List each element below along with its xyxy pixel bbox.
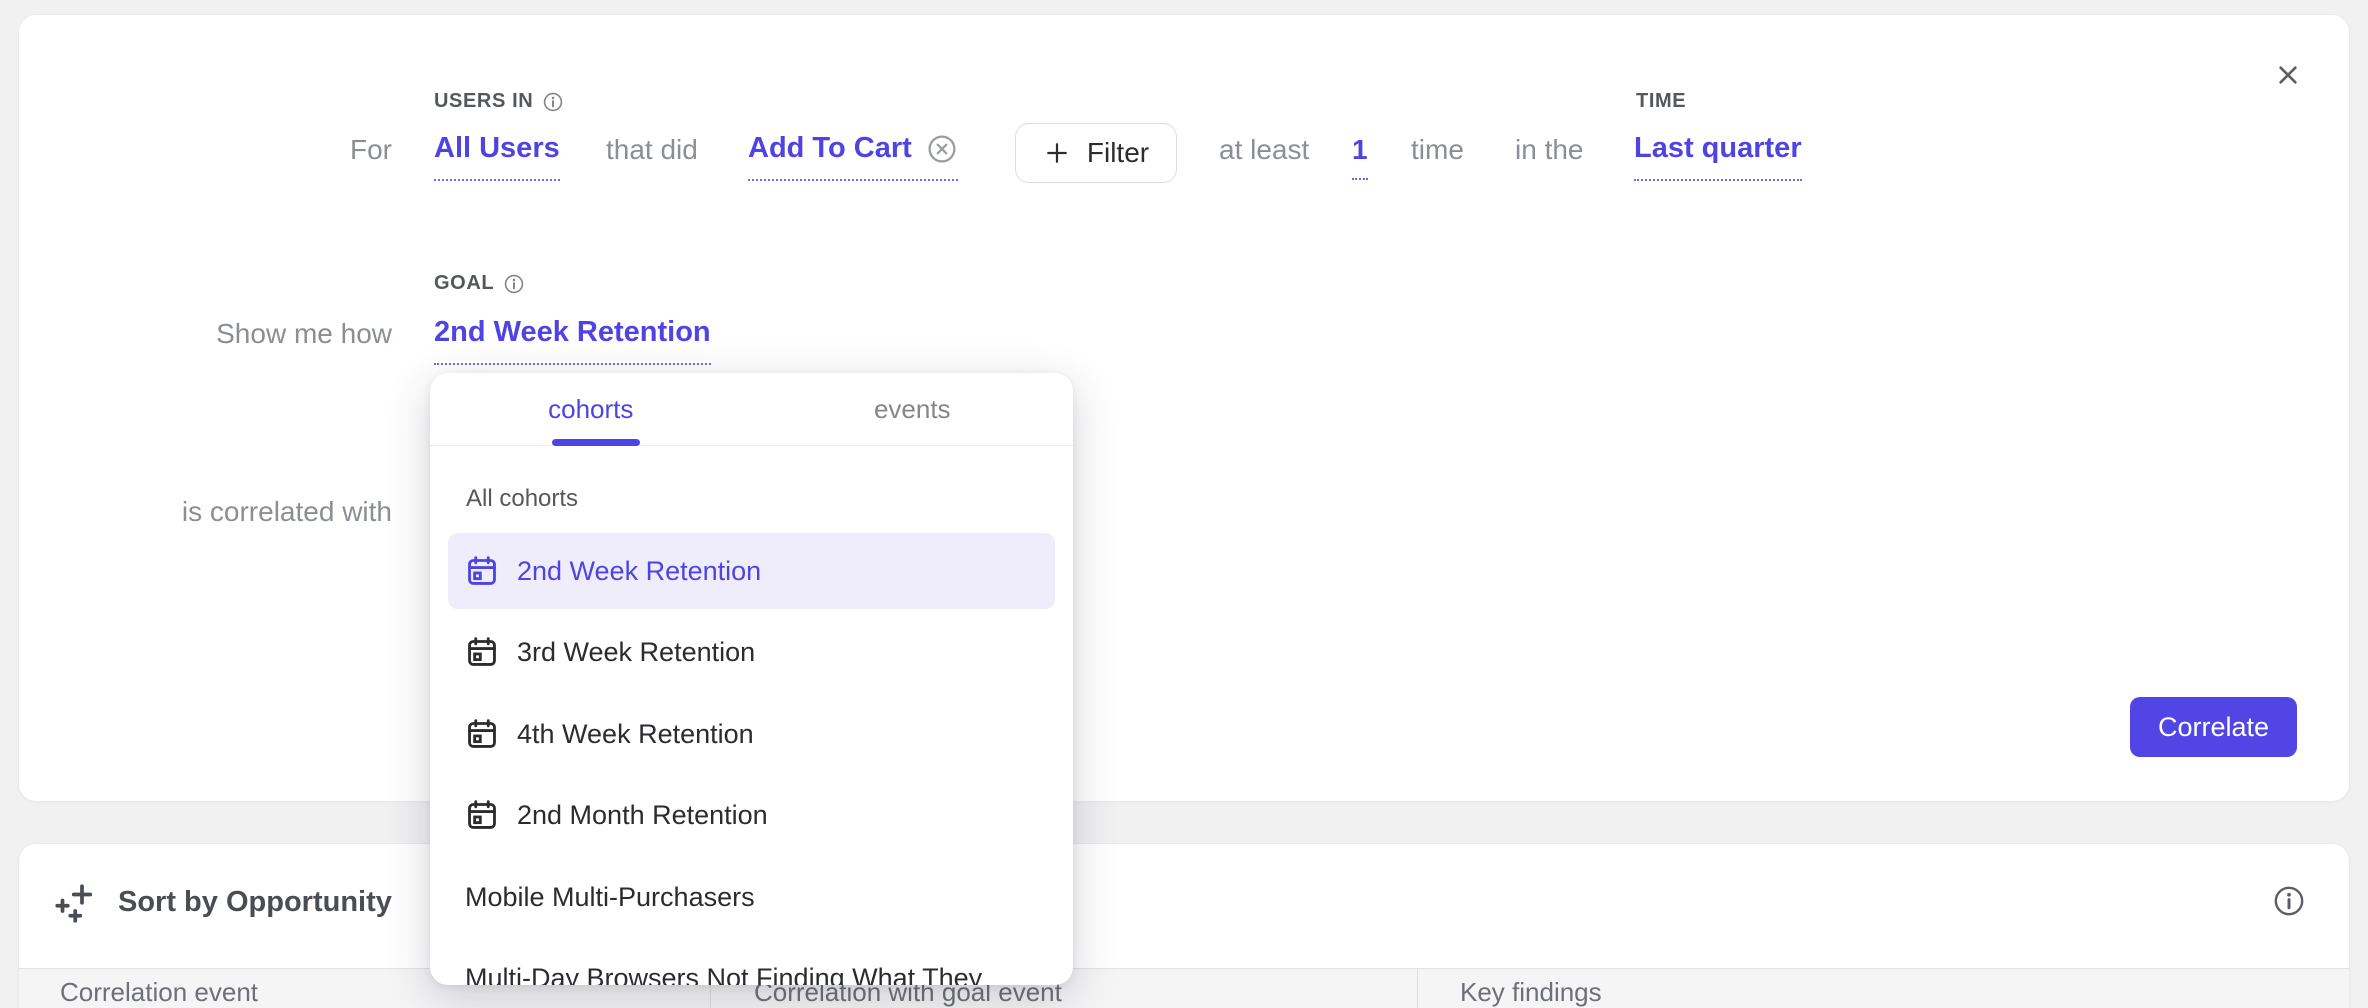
- sentence-show-me-how: Show me how: [0, 318, 392, 350]
- correlate-button[interactable]: Correlate: [2130, 697, 2297, 757]
- results-table-header-row: [19, 968, 2349, 1008]
- info-icon: [503, 273, 525, 295]
- time-range-selector[interactable]: Last quarter: [1634, 132, 1802, 181]
- time-label: TIME: [1636, 90, 1686, 113]
- info-icon: [542, 91, 564, 113]
- sort-by-opportunity-button[interactable]: Sort by Opportunity: [55, 880, 392, 924]
- users-cohort-selector[interactable]: All Users: [434, 132, 560, 181]
- remove-event-icon[interactable]: [926, 133, 958, 165]
- plus-icon: [1043, 139, 1071, 167]
- sentence-in-the: in the: [1515, 134, 1584, 166]
- sentence-that-did: that did: [606, 134, 698, 166]
- add-filter-label: Filter: [1087, 137, 1149, 169]
- list-item-multi-day-browsers[interactable]: Multi-Day Browsers Not Finding What They: [448, 940, 1055, 985]
- info-icon[interactable]: [2272, 884, 2306, 918]
- tab-cohorts[interactable]: cohorts: [430, 373, 752, 445]
- calendar-icon: [465, 635, 499, 669]
- column-header-correlation-event: Correlation event: [60, 977, 258, 1008]
- list-item-label: Mobile Multi-Purchasers: [465, 882, 755, 913]
- correlation-query-page: For USERS IN All Users that did Add To C…: [0, 0, 2368, 1008]
- list-item-label: 2nd Week Retention: [517, 556, 761, 587]
- calendar-icon: [465, 554, 499, 588]
- goal-label: GOAL: [434, 272, 525, 295]
- list-item-4th-week-retention[interactable]: 4th Week Retention: [448, 696, 1055, 772]
- column-divider: [1417, 968, 1418, 1008]
- users-in-label-text: USERS IN: [434, 90, 533, 113]
- list-item-mobile-multi-purchasers[interactable]: Mobile Multi-Purchasers: [448, 859, 1055, 935]
- calendar-icon: [465, 798, 499, 832]
- add-filter-button[interactable]: Filter: [1015, 123, 1177, 183]
- list-item-label: 3rd Week Retention: [517, 637, 755, 668]
- sort-by-opportunity-label: Sort by Opportunity: [118, 886, 392, 919]
- count-selector[interactable]: 1: [1352, 134, 1368, 180]
- sentence-is-correlated-with: is correlated with: [0, 496, 392, 528]
- close-icon[interactable]: [2272, 59, 2304, 91]
- event-selector[interactable]: Add To Cart: [748, 132, 912, 165]
- cohort-section-label: All cohorts: [466, 485, 578, 513]
- active-tab-indicator: [552, 439, 640, 446]
- users-in-label: USERS IN: [434, 90, 564, 113]
- list-item-2nd-month-retention[interactable]: 2nd Month Retention: [448, 777, 1055, 853]
- list-item-label: Multi-Day Browsers Not Finding What They: [465, 963, 982, 986]
- goal-label-text: GOAL: [434, 272, 494, 295]
- tab-events[interactable]: events: [752, 373, 1074, 445]
- list-item-label: 4th Week Retention: [517, 719, 754, 750]
- calendar-icon: [465, 717, 499, 751]
- column-header-key-findings: Key findings: [1460, 977, 1602, 1008]
- sentence-time: time: [1411, 134, 1464, 166]
- sentence-prefix-for: For: [0, 134, 392, 166]
- goal-selector[interactable]: 2nd Week Retention: [434, 316, 711, 365]
- sentence-at-least: at least: [1219, 134, 1309, 166]
- dropdown-tabs: cohorts events: [430, 373, 1073, 446]
- cohort-picker-dropdown: cohorts events All cohorts 2nd Week Rete…: [430, 373, 1073, 985]
- query-builder-card: [18, 14, 2350, 802]
- list-item-3rd-week-retention[interactable]: 3rd Week Retention: [448, 614, 1055, 690]
- list-item-label: 2nd Month Retention: [517, 800, 768, 831]
- sparkle-plus-icon: [55, 880, 97, 924]
- list-item-2nd-week-retention[interactable]: 2nd Week Retention: [448, 533, 1055, 609]
